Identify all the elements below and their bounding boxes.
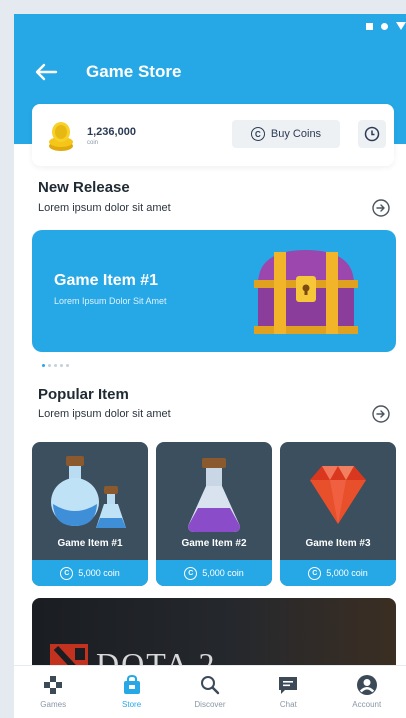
wifi-icon (396, 22, 406, 30)
store-bag-icon (123, 674, 140, 694)
flask-icon (188, 458, 240, 532)
coin-stack-icon (49, 122, 73, 151)
buy-coins-label: Buy Coins (270, 128, 322, 140)
nav-account[interactable]: Account (328, 666, 406, 718)
nav-store[interactable]: Store (93, 666, 171, 718)
carousel-dot[interactable] (42, 364, 45, 367)
account-icon (356, 675, 377, 695)
carousel-indicator[interactable] (42, 364, 69, 367)
item-price: C 5,000 coin (156, 560, 272, 586)
record-icon (381, 22, 388, 30)
new-release-title: New Release (38, 179, 130, 196)
buy-coins-button[interactable]: C Buy Coins (232, 120, 340, 148)
signal-icon (366, 22, 373, 30)
item-name: Game Item #3 (305, 538, 371, 549)
arrow-right-icon[interactable] (372, 405, 390, 423)
popular-title: Popular Item (38, 386, 129, 403)
nav-label: Games (40, 700, 67, 709)
coin-unit-label: coin (87, 140, 99, 146)
coin-balance: 1,236,000 (87, 126, 136, 138)
ruby-icon (310, 466, 366, 524)
carousel-dot[interactable] (54, 364, 57, 367)
item-name: Game Item #1 (57, 538, 123, 549)
treasure-chest-icon (254, 250, 358, 334)
nav-label: Discover (194, 700, 226, 709)
bottom-navigation: Games Store Discover Chat Account (14, 665, 406, 718)
nav-label: Store (122, 700, 142, 709)
carousel-dot[interactable] (48, 364, 51, 367)
history-button[interactable] (358, 120, 386, 148)
search-icon (200, 676, 220, 695)
coin-icon: C (308, 566, 322, 580)
carousel-dot[interactable] (60, 364, 63, 367)
item-price-label: 5,000 coin (326, 568, 368, 578)
potion-bottles-icon (51, 456, 126, 528)
popular-subtitle: Lorem ipsum dolor sit amet (38, 408, 171, 420)
nav-chat[interactable]: Chat (249, 666, 327, 718)
item-card[interactable]: Game Item #3 C 5,000 coin (280, 442, 396, 586)
item-price: C 5,000 coin (32, 560, 148, 586)
status-bar (366, 22, 406, 30)
banner-subtitle: Lorem Ipsum Dolor Sit Amet (54, 296, 167, 306)
item-name: Game Item #2 (181, 538, 247, 549)
item-card[interactable]: Game Item #2 C 5,000 coin (156, 442, 272, 586)
carousel-dot[interactable] (66, 364, 69, 367)
nav-label: Chat (279, 700, 297, 709)
wallet-card: 1,236,000 coin C Buy Coins (32, 104, 394, 166)
phone-screen: Game Store 1,236,000 coin C Buy Coins Ne… (14, 14, 406, 718)
back-arrow-icon[interactable] (34, 62, 58, 82)
coin-icon: C (250, 127, 265, 141)
chat-icon (279, 677, 298, 694)
arrow-right-icon[interactable] (372, 199, 390, 217)
nav-label: Account (352, 700, 382, 709)
clock-icon (364, 126, 380, 142)
new-release-banner[interactable]: Game Item #1 Lorem Ipsum Dolor Sit Amet (32, 230, 396, 352)
gamepad-icon (44, 676, 63, 694)
nav-discover[interactable]: Discover (171, 666, 249, 718)
new-release-subtitle: Lorem ipsum dolor sit amet (38, 202, 171, 214)
item-card[interactable]: Game Item #1 C 5,000 coin (32, 442, 148, 586)
item-price: C 5,000 coin (280, 560, 396, 586)
banner-title: Game Item #1 (54, 272, 159, 289)
coin-icon: C (60, 566, 74, 580)
item-price-label: 5,000 coin (202, 568, 244, 578)
coin-icon: C (184, 566, 198, 580)
page-title: Game Store (86, 62, 182, 81)
item-price-label: 5,000 coin (78, 568, 120, 578)
nav-games[interactable]: Games (14, 666, 92, 718)
popular-items-list: Game Item #1 C 5,000 coin Game Item #2 C… (32, 442, 406, 598)
